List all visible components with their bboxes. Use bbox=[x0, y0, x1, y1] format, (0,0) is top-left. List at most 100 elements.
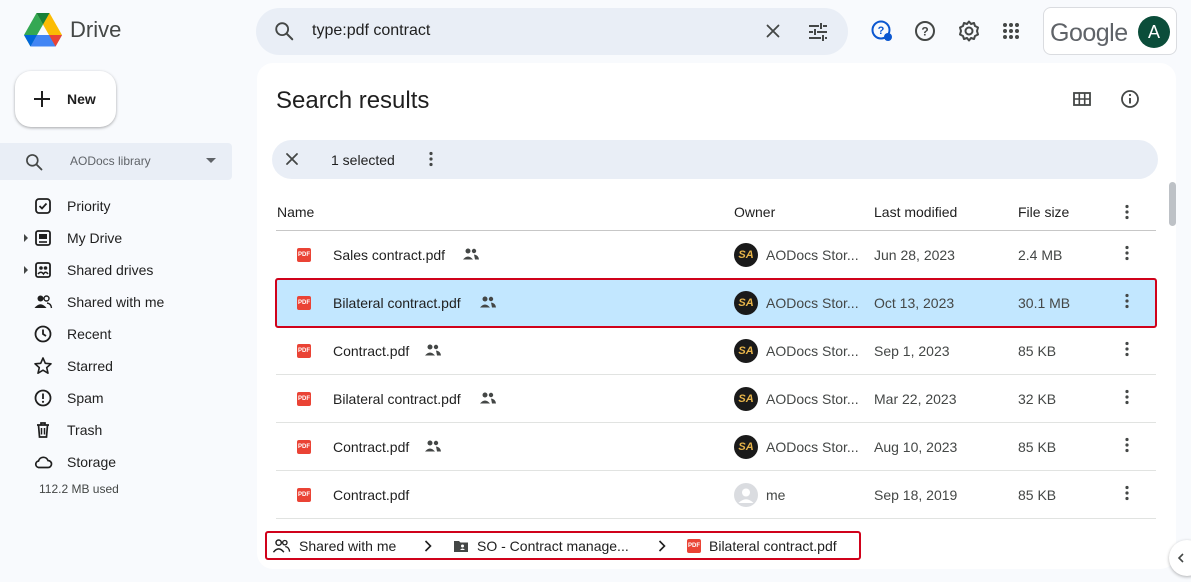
file-list: PDF Sales contract.pdf SA AODocs Stor...… bbox=[275, 231, 1157, 519]
account-switcher[interactable]: Google A bbox=[1043, 7, 1177, 55]
file-size: 2.4 MB bbox=[1018, 247, 1063, 263]
last-modified: Sep 18, 2019 bbox=[874, 487, 958, 503]
row-more-actions-icon[interactable] bbox=[1118, 340, 1136, 358]
sidebar-item-shared-with-me[interactable]: Shared with me bbox=[0, 286, 240, 318]
breadcrumb-item-file[interactable]: PDF Bilateral contract.pdf bbox=[687, 538, 837, 554]
avatar[interactable]: A bbox=[1138, 16, 1170, 48]
sidebar-item-spam[interactable]: Spam bbox=[0, 382, 240, 414]
storage-used-text: 112.2 MB used bbox=[39, 482, 119, 496]
info-icon[interactable] bbox=[1120, 89, 1140, 109]
shared-drives-icon bbox=[35, 262, 51, 278]
apps-grid-icon[interactable] bbox=[999, 19, 1023, 43]
expand-arrow-icon[interactable] bbox=[24, 234, 28, 242]
table-row[interactable]: PDF Contract.pdf SA AODocs Stor... Aug 1… bbox=[276, 423, 1156, 471]
table-row-selected[interactable]: PDF Bilateral contract.pdf SA AODocs Sto… bbox=[275, 278, 1157, 328]
search-options-icon[interactable] bbox=[806, 20, 830, 44]
table-row[interactable]: PDF Contract.pdf me Sep 18, 2019 85 KB bbox=[276, 471, 1156, 519]
pdf-icon: PDF bbox=[297, 296, 311, 310]
chevron-down-icon bbox=[206, 158, 216, 163]
selection-count: 1 selected bbox=[331, 152, 395, 168]
support-status-icon[interactable]: ? bbox=[870, 19, 894, 43]
plus-icon bbox=[34, 91, 50, 107]
help-icon[interactable]: ? bbox=[913, 19, 937, 43]
trash-icon bbox=[37, 422, 49, 438]
page-title: Search results bbox=[276, 87, 430, 114]
sidebar-item-label: Shared drives bbox=[67, 262, 154, 278]
sidebar-item-label: Priority bbox=[67, 198, 111, 214]
pdf-icon: PDF bbox=[297, 392, 311, 406]
owner-avatar: SA bbox=[734, 435, 758, 459]
sidebar-item-label: Starred bbox=[67, 358, 113, 374]
last-modified: Sep 1, 2023 bbox=[874, 343, 950, 359]
recent-icon bbox=[34, 325, 52, 343]
search-input[interactable] bbox=[312, 18, 752, 44]
table-row[interactable]: PDF Contract.pdf SA AODocs Stor... Sep 1… bbox=[276, 327, 1156, 375]
owner-name: AODocs Stor... bbox=[766, 439, 859, 455]
chevron-right-icon bbox=[424, 540, 432, 552]
pdf-icon: PDF bbox=[687, 539, 701, 553]
shared-with-me-icon bbox=[272, 539, 291, 553]
column-header-last-modified[interactable]: Last modified bbox=[874, 204, 957, 220]
library-label: AODocs library bbox=[70, 154, 151, 168]
sidebar-item-shared-drives[interactable]: Shared drives bbox=[0, 254, 240, 286]
row-more-actions-icon[interactable] bbox=[1118, 244, 1136, 262]
owner-avatar: SA bbox=[734, 387, 758, 411]
new-button[interactable]: New bbox=[15, 71, 116, 127]
sidebar-item-starred[interactable]: Starred bbox=[0, 350, 240, 382]
row-more-actions-icon[interactable] bbox=[1118, 484, 1136, 502]
cloud-icon bbox=[34, 456, 53, 469]
file-size: 85 KB bbox=[1018, 343, 1057, 359]
shared-icon bbox=[425, 344, 441, 356]
library-selector[interactable]: AODocs library bbox=[0, 143, 232, 180]
sidebar-item-storage[interactable]: Storage bbox=[0, 446, 240, 478]
drive-logo[interactable]: Drive bbox=[24, 13, 121, 47]
file-name: Contract.pdf bbox=[333, 487, 410, 503]
settings-gear-icon[interactable] bbox=[957, 19, 981, 43]
breadcrumb: Shared with me SO - Contract manage... P… bbox=[265, 531, 861, 560]
column-header-file-size[interactable]: File size bbox=[1018, 204, 1069, 220]
sidebar-item-label: Trash bbox=[67, 422, 103, 438]
grid-view-icon[interactable] bbox=[1072, 89, 1092, 109]
row-more-actions-icon[interactable] bbox=[1118, 292, 1136, 310]
column-header-name[interactable]: Name bbox=[277, 204, 314, 220]
column-header-owner[interactable]: Owner bbox=[734, 204, 775, 220]
owner-avatar: SA bbox=[734, 291, 758, 315]
owner-name: me bbox=[766, 487, 786, 503]
row-more-actions-icon[interactable] bbox=[1118, 388, 1136, 406]
drive-logo-icon bbox=[24, 13, 62, 47]
file-size: 30.1 MB bbox=[1018, 295, 1071, 311]
file-name: Sales contract.pdf bbox=[333, 247, 446, 263]
breadcrumb-item-shared-with-me[interactable]: Shared with me bbox=[272, 538, 396, 554]
table-row[interactable]: PDF Sales contract.pdf SA AODocs Stor...… bbox=[276, 231, 1156, 279]
sidebar-item-recent[interactable]: Recent bbox=[0, 318, 240, 350]
search-icon[interactable] bbox=[273, 20, 295, 42]
breadcrumb-item-folder[interactable]: SO - Contract manage... bbox=[453, 538, 629, 554]
breadcrumb-label: SO - Contract manage... bbox=[477, 538, 629, 554]
shared-icon bbox=[425, 440, 441, 452]
shared-folder-icon bbox=[454, 541, 468, 552]
scrollbar-thumb[interactable] bbox=[1169, 182, 1176, 226]
file-size: 32 KB bbox=[1018, 391, 1057, 407]
side-panel-toggle[interactable] bbox=[1169, 540, 1191, 576]
owner-name: AODocs Stor... bbox=[766, 343, 859, 359]
new-button-label: New bbox=[67, 91, 96, 107]
search-bar[interactable] bbox=[256, 8, 848, 55]
clear-search-icon[interactable] bbox=[762, 20, 784, 42]
owner-name: AODocs Stor... bbox=[766, 295, 859, 311]
row-more-actions-icon[interactable] bbox=[1118, 436, 1136, 454]
person-icon bbox=[738, 488, 754, 503]
more-actions-icon[interactable] bbox=[422, 150, 440, 168]
sidebar-item-my-drive[interactable]: My Drive bbox=[0, 222, 240, 254]
expand-arrow-icon[interactable] bbox=[24, 266, 28, 274]
pdf-icon: PDF bbox=[297, 344, 311, 358]
sidebar-item-priority[interactable]: Priority bbox=[0, 190, 240, 222]
my-drive-icon bbox=[35, 230, 51, 246]
last-modified: Aug 10, 2023 bbox=[874, 439, 958, 455]
owner-avatar: SA bbox=[734, 243, 758, 267]
table-row[interactable]: PDF Bilateral contract.pdf SA AODocs Sto… bbox=[276, 375, 1156, 423]
chevron-right-icon bbox=[658, 540, 666, 552]
last-modified: Mar 22, 2023 bbox=[874, 391, 957, 407]
sidebar-item-trash[interactable]: Trash bbox=[0, 414, 240, 446]
column-options-icon[interactable] bbox=[1118, 203, 1136, 221]
clear-selection-icon[interactable] bbox=[285, 152, 299, 166]
